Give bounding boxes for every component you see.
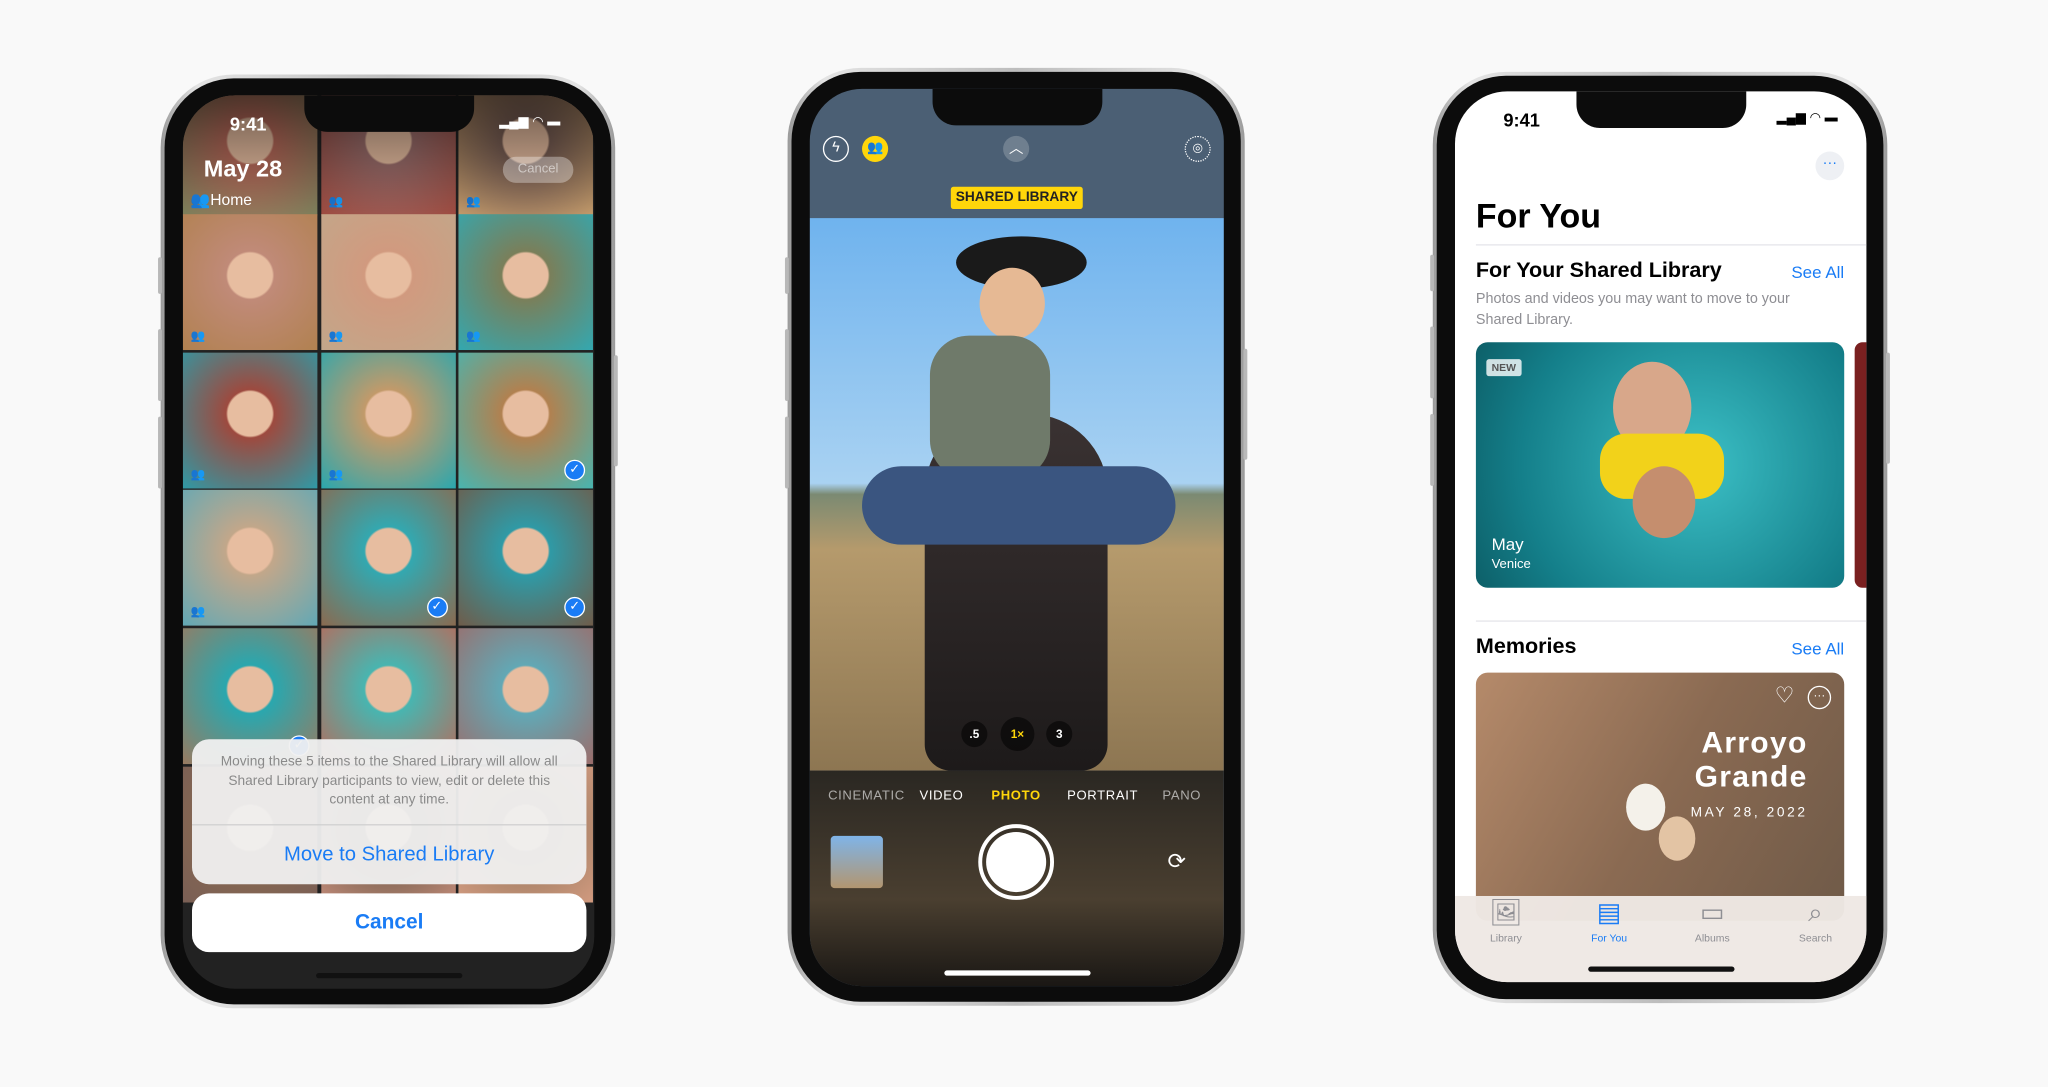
checkmark-icon: ✓ — [564, 459, 586, 481]
photo-thumbnail[interactable]: 👥 — [458, 214, 593, 351]
memories-see-all-link[interactable]: See All — [1791, 639, 1844, 659]
shared-library-icon[interactable]: 👥 — [862, 135, 889, 162]
camera-mode-portrait[interactable]: PORTRAIT — [1067, 789, 1138, 803]
camera-mode-pano[interactable]: PANO — [1162, 789, 1201, 803]
checkmark-icon: ✓ — [426, 596, 448, 618]
photos-screen: 👥👥👥👥👥👥👥👥✓👥✓✓✓ 9:41 ▂▄▆ ◠ ▬ May 28 👥Home … — [182, 95, 595, 989]
new-badge: NEW — [1486, 359, 1522, 377]
photo-thumbnail[interactable]: ✓ — [458, 489, 593, 626]
for-you-screen: 9:41 ▂▄▆ ◠ ▬ ··· For You For Your Shared… — [1454, 91, 1867, 983]
zoom-level-button[interactable]: .5 — [961, 720, 988, 748]
zoom-level-button[interactable]: 1× — [1000, 717, 1035, 752]
tab-albums[interactable]: ▭ Albums — [1667, 896, 1758, 945]
camera-mode-video[interactable]: VIDEO — [919, 789, 963, 803]
card-subtitle: Venice — [1491, 557, 1531, 573]
shutter-button[interactable] — [978, 824, 1055, 900]
photo-thumbnail[interactable]: 👥 — [182, 352, 318, 489]
memory-date: MAY 28, 2022 — [1690, 804, 1808, 821]
flash-icon[interactable]: ϟ — [822, 135, 849, 162]
photo-thumbnail[interactable]: ✓ — [320, 489, 456, 626]
last-photo-thumbnail[interactable] — [830, 835, 883, 889]
shared-see-all-link[interactable]: See All — [1791, 263, 1844, 283]
status-time: 9:41 — [1503, 109, 1540, 131]
flip-camera-icon[interactable]: ⟳ — [1164, 849, 1190, 875]
zoom-level-button[interactable]: 3 — [1046, 720, 1073, 748]
cancel-selection-button[interactable]: Cancel — [502, 156, 574, 183]
phone-left: 👥👥👥👥👥👥👥👥✓👥✓✓✓ 9:41 ▂▄▆ ◠ ▬ May 28 👥Home … — [158, 74, 618, 1009]
memory-title-line2: Grande — [1694, 758, 1808, 793]
photo-thumbnail[interactable]: 👥 — [182, 489, 318, 626]
people-icon: 👥 — [328, 467, 344, 481]
camera-modes: CINEMATIC VIDEO PHOTO PORTRAIT PANO — [810, 789, 1224, 807]
phone-middle: ϟ 👥 ︿ ◎ SHARED LIBRARY .5 1× 3 CINEMATIC VI… — [784, 67, 1248, 1006]
people-icon: 👥 — [190, 190, 211, 209]
tab-search[interactable]: ⌕ Search — [1770, 896, 1861, 945]
status-icons: ▂▄▆ ◠ ▬ — [1776, 111, 1838, 126]
action-sheet: Moving these 5 items to the Shared Libra… — [191, 739, 587, 885]
phone-right: 9:41 ▂▄▆ ◠ ▬ ··· For You For Your Shared… — [1430, 71, 1890, 1004]
sheet-message: Moving these 5 items to the Shared Libra… — [220, 753, 558, 808]
more-button[interactable]: ··· — [1815, 151, 1845, 181]
shared-library-badge: SHARED LIBRARY — [950, 186, 1083, 209]
people-icon: 👥 — [466, 329, 481, 343]
date-title: May 28 — [203, 155, 283, 182]
heart-icon[interactable]: ♡ — [1775, 683, 1795, 709]
photo-thumbnail[interactable]: ✓ — [458, 352, 593, 489]
people-icon: 👥 — [190, 329, 206, 343]
photo-thumbnail[interactable]: 👥 — [320, 214, 456, 351]
stage: 👥👥👥👥👥👥👥👥✓👥✓✓✓ 9:41 ▂▄▆ ◠ ▬ May 28 👥Home … — [0, 0, 2048, 1087]
memory-title-line1: Arroyo — [1701, 724, 1808, 759]
status-icons: ▂▄▆ ◠ ▬ — [499, 114, 561, 130]
tab-library[interactable]: 🖼 Library — [1460, 896, 1551, 945]
viewfinder[interactable] — [809, 218, 1224, 771]
search-icon: ⌕ — [1808, 898, 1823, 928]
memories-section-title: Memories — [1475, 634, 1577, 659]
more-icon[interactable]: ··· — [1807, 685, 1832, 710]
tab-label: Library — [1489, 932, 1522, 945]
page-title: For You — [1475, 195, 1602, 236]
photo-thumbnail[interactable]: 👥 — [182, 214, 318, 351]
shared-suggestion-card[interactable]: NEW May Venice — [1475, 342, 1845, 588]
live-photo-icon[interactable]: ◎ — [1184, 135, 1211, 162]
shared-section-title: For Your Shared Library — [1475, 258, 1722, 283]
memory-card[interactable]: ♡ ··· Arroyo Grande MAY 28, 2022 — [1475, 672, 1845, 921]
albums-icon: ▭ — [1699, 898, 1725, 928]
shared-section-description: Photos and videos you may want to move t… — [1475, 291, 1790, 328]
tab-label: Albums — [1694, 932, 1730, 945]
status-time: 9:41 — [229, 113, 267, 135]
checkmark-icon: ✓ — [564, 596, 586, 618]
people-icon: 👥 — [328, 329, 344, 343]
people-icon: 👥 — [190, 467, 206, 481]
location-label: 👥Home — [190, 190, 253, 209]
tab-for-you[interactable]: ▤ For You — [1563, 896, 1654, 945]
photo-thumbnail[interactable]: 👥 — [320, 352, 456, 489]
tab-label: For You — [1591, 932, 1628, 945]
library-icon: 🖼 — [1489, 898, 1523, 928]
for-you-icon: ▤ — [1596, 898, 1622, 928]
camera-mode-cinematic[interactable]: CINEMATIC — [828, 789, 905, 803]
camera-mode-photo[interactable]: PHOTO — [991, 789, 1040, 803]
camera-screen: ϟ 👥 ︿ ◎ SHARED LIBRARY .5 1× 3 CINEMATIC VI… — [809, 88, 1224, 987]
chevron-up-icon[interactable]: ︿ — [1003, 135, 1030, 162]
move-to-shared-library-button[interactable]: Move to Shared Library — [192, 825, 586, 884]
tab-label: Search — [1798, 932, 1833, 945]
people-icon: 👥 — [190, 604, 206, 618]
sheet-cancel-button[interactable]: Cancel — [191, 893, 587, 953]
card-title: May — [1491, 534, 1524, 554]
